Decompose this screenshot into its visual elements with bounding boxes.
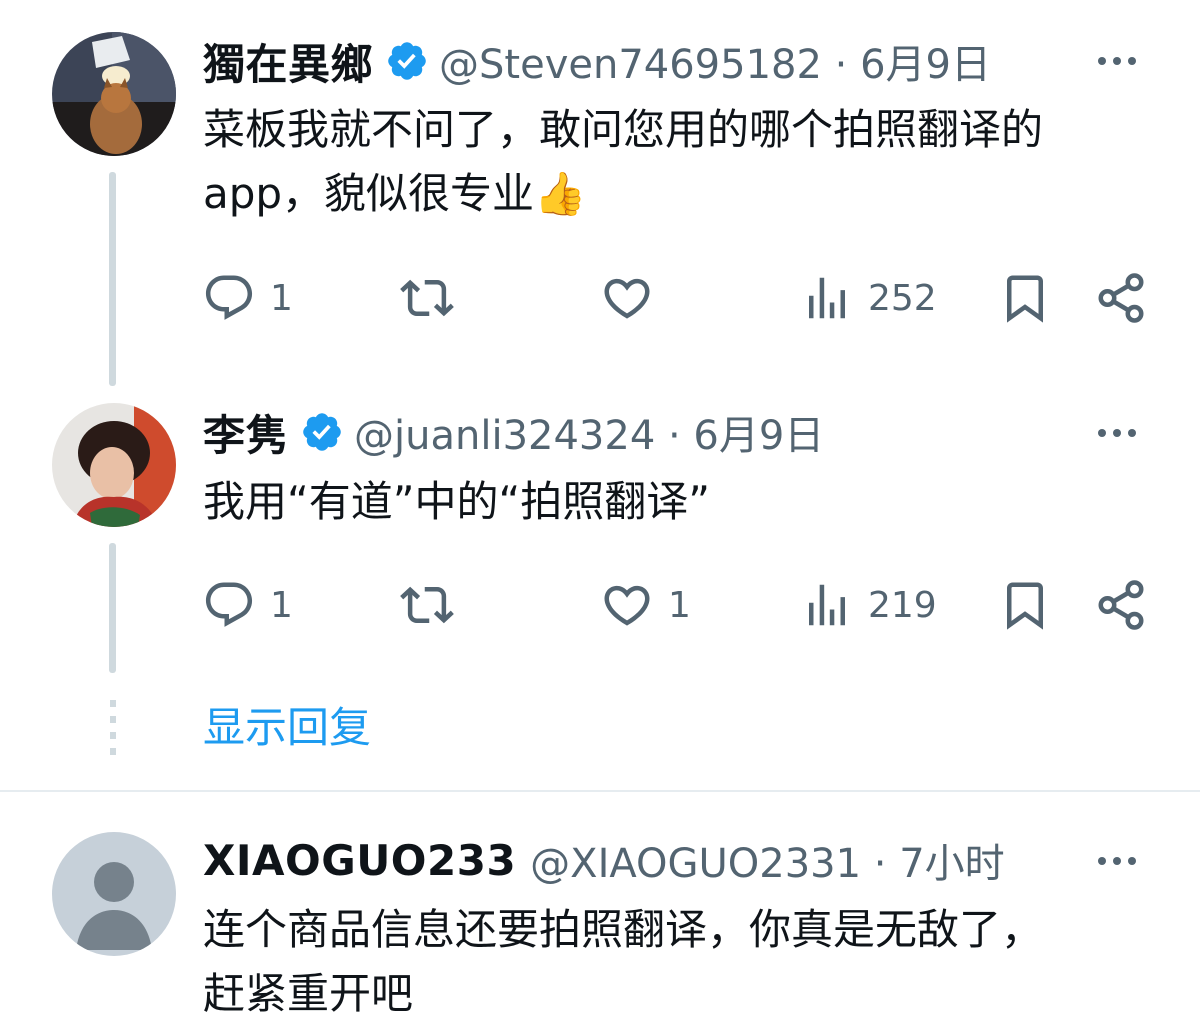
reply-count: 1	[270, 584, 293, 626]
bookmark-icon	[998, 271, 1052, 325]
verified-badge-icon	[385, 39, 429, 83]
retweet-icon	[400, 271, 454, 325]
handle-and-date[interactable]: @juanli324324 · 6月9日	[354, 403, 824, 461]
bookmark-button[interactable]	[998, 268, 1052, 328]
avatar[interactable]	[52, 32, 176, 156]
reply-button[interactable]: 1	[202, 575, 293, 635]
tweet-text: 我用“有道”中的“拍照翻译”	[203, 470, 710, 534]
bookmark-button[interactable]	[998, 575, 1052, 635]
default-avatar-icon	[52, 832, 176, 956]
heart-icon	[600, 578, 654, 632]
more-icon[interactable]	[1098, 857, 1136, 865]
display-name[interactable]: 獨在異鄉	[203, 31, 373, 92]
tweet-text: 连个商品信息还要拍照翻译，你真是无敌了， 赶紧重开吧	[203, 898, 1043, 1026]
like-button[interactable]	[600, 268, 654, 328]
tweet-text-line: app，貌似很专业👍	[203, 162, 1043, 226]
retweet-icon	[400, 578, 454, 632]
retweet-button[interactable]	[400, 575, 454, 635]
like-count: 1	[668, 584, 691, 626]
reply-icon	[202, 271, 256, 325]
tweet-header: XIAOGUO233 @XIAOGUO2331 · 7小时	[203, 832, 1005, 888]
reply-button[interactable]: 1	[202, 268, 293, 328]
tweet-text-line: 我用“有道”中的“拍照翻译”	[203, 477, 711, 526]
thumbs-up-emoji: 👍	[534, 169, 587, 218]
verified-badge-icon	[300, 410, 344, 454]
tweet-text-line: 赶紧重开吧	[203, 969, 414, 1018]
handle-and-date[interactable]: @XIAOGUO2331 · 7小时	[530, 831, 1005, 889]
divider	[0, 790, 1200, 792]
views-icon	[800, 271, 854, 325]
tweet-text-line: 连个商品信息还要拍照翻译，你真是无敌了，	[203, 905, 1044, 954]
share-icon	[1094, 271, 1148, 325]
tweet-text: 菜板我就不问了，敢问您用的哪个拍照翻译的 app，貌似很专业👍	[203, 98, 1043, 226]
tweet-text-line: 菜板我就不问了，敢问您用的哪个拍照翻译的	[203, 105, 1044, 154]
share-button[interactable]	[1094, 268, 1148, 328]
thread-dotted-line	[110, 700, 116, 758]
views-button[interactable]: 252	[800, 268, 937, 328]
avatar[interactable]	[52, 832, 176, 956]
share-button[interactable]	[1094, 575, 1148, 635]
like-button[interactable]: 1	[600, 575, 691, 635]
more-icon[interactable]	[1098, 429, 1136, 437]
views-icon	[800, 578, 854, 632]
share-icon	[1094, 578, 1148, 632]
avatar[interactable]	[52, 403, 176, 527]
reply-count: 1	[270, 277, 293, 319]
avatar-woman-image	[52, 403, 176, 527]
views-button[interactable]: 219	[800, 575, 937, 635]
tweet-text-span: app，貌似很专业	[203, 169, 535, 218]
tweet-actions: 1 1 219	[0, 575, 1200, 635]
show-replies-link[interactable]: 显示回复	[203, 700, 371, 756]
view-count: 252	[868, 277, 937, 319]
more-icon[interactable]	[1098, 57, 1136, 65]
display-name[interactable]: 李隽	[203, 402, 288, 463]
tweet-actions: 1 252	[0, 268, 1200, 328]
bookmark-icon	[998, 578, 1052, 632]
reply-icon	[202, 578, 256, 632]
handle-and-date[interactable]: @Steven74695182 · 6月9日	[439, 32, 991, 90]
heart-icon	[600, 271, 654, 325]
tweet-header: 獨在異鄉 @Steven74695182 · 6月9日	[203, 33, 991, 89]
tweet-header: 李隽 @juanli324324 · 6月9日	[203, 404, 824, 460]
avatar-cat-image	[52, 32, 176, 156]
display-name[interactable]: XIAOGUO233	[203, 836, 516, 885]
retweet-button[interactable]	[400, 268, 454, 328]
view-count: 219	[868, 584, 937, 626]
